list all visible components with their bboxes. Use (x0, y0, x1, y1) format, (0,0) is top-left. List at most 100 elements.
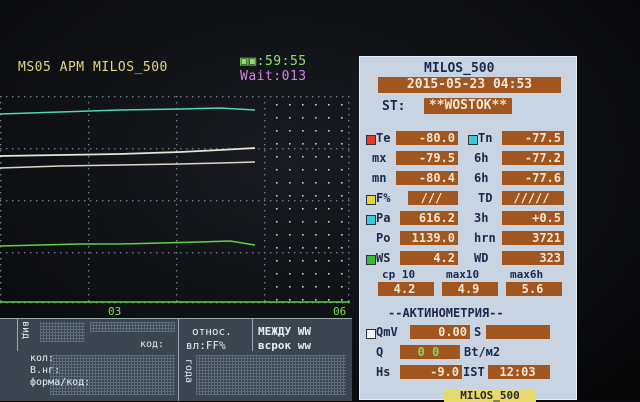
grid-dot (264, 156, 266, 158)
grid-dot (186, 96, 188, 98)
grid-dot (276, 299, 278, 301)
grid-dot (348, 144, 350, 146)
grid-dot (210, 96, 212, 98)
grid-dot (348, 102, 350, 104)
grid-dot (176, 102, 178, 104)
te-color-icon (366, 135, 376, 145)
grid-dot (132, 252, 134, 254)
te-value: -80.0 (396, 131, 458, 145)
grid-dot (88, 150, 90, 152)
grid-dot (315, 195, 317, 197)
grid-dot (88, 222, 90, 224)
footer-station-button[interactable]: MILOS_500 (444, 390, 536, 402)
grid-dot (84, 148, 86, 150)
grid-dot (176, 192, 178, 194)
grid-dot (264, 108, 266, 110)
h3-label: 3h (474, 211, 489, 225)
td-value: ///// (502, 191, 564, 205)
grid-dot (276, 221, 278, 223)
grid-dot (88, 258, 90, 260)
grid-dot (176, 132, 178, 134)
grid-dot (328, 143, 330, 145)
grid-dot (88, 252, 90, 254)
grid-dot (289, 143, 291, 145)
grid-dot (176, 180, 178, 182)
grid-dot (0, 200, 2, 202)
grid-dot (315, 247, 317, 249)
h6a-value: -77.2 (502, 151, 564, 165)
grid-dot (88, 108, 90, 110)
grid-dot (132, 200, 134, 202)
grid-dot (289, 273, 291, 275)
grid-dot (156, 148, 158, 150)
max10-label: max10 (446, 268, 480, 281)
panel-title: MILOS_500 (424, 61, 495, 76)
grid-dot (88, 96, 90, 98)
grid-dot (348, 294, 350, 296)
ist-label: IST (463, 365, 485, 379)
grid-dot (348, 240, 350, 242)
grid-dot (36, 96, 38, 98)
grid-dot (276, 286, 278, 288)
f-color-icon (366, 195, 376, 205)
grid-dot (341, 299, 343, 301)
grid-dot (315, 208, 317, 210)
series-cyan-line (0, 107, 256, 115)
grid-dot (276, 96, 278, 98)
grid-dot (114, 200, 116, 202)
grid-dot (302, 130, 304, 132)
grid-dot (88, 186, 90, 188)
grid-dot (348, 114, 350, 116)
grid-dot (0, 102, 2, 104)
grid-dot (176, 282, 178, 284)
grid-dot (246, 252, 248, 254)
grid-dot (96, 200, 98, 202)
grid-dot (312, 148, 314, 150)
grid-dot (348, 276, 350, 278)
grid-dot (348, 180, 350, 182)
grid-dot (60, 96, 62, 98)
grid-dot (88, 144, 90, 146)
grid-dot (300, 148, 302, 150)
grid-dot (234, 96, 236, 98)
grid-dot (264, 276, 266, 278)
grid-dot (328, 273, 330, 275)
grid-dot (144, 96, 146, 98)
grid-dot (228, 252, 230, 254)
grid-dot (264, 186, 266, 188)
grid-dot (302, 299, 304, 301)
q-label: Q (376, 345, 384, 359)
grid-dot (78, 200, 80, 202)
header-mezhdu: МЕЖДУ WW (258, 325, 311, 338)
grid-dot (289, 260, 291, 262)
grid-dot (84, 252, 86, 254)
grid-dot (222, 252, 224, 254)
grid-dot (6, 96, 8, 98)
grid-dot (315, 182, 317, 184)
grid-dot (54, 252, 56, 254)
grid-dot (0, 216, 2, 218)
grid-dot (176, 276, 178, 278)
grid-dot (0, 222, 2, 224)
grid-dot (302, 195, 304, 197)
header-otnos: относ. (192, 325, 232, 338)
grid-dot (289, 104, 291, 106)
grid-dot (90, 148, 92, 150)
grid-dot (30, 200, 32, 202)
grid-dot (216, 200, 218, 202)
grid-dot (328, 286, 330, 288)
grid-dot (88, 228, 90, 230)
grid-dot (348, 300, 350, 302)
grid-dot (120, 252, 122, 254)
grid-dot (264, 168, 266, 170)
grid-dot (176, 240, 178, 242)
grid-dot (341, 169, 343, 171)
grid-dot (102, 252, 104, 254)
grid-dot (336, 200, 338, 202)
grid-dot (0, 138, 2, 140)
table-divider (178, 319, 179, 401)
grid-dot (328, 299, 330, 301)
grid-dot (264, 240, 266, 242)
grid-dot (246, 96, 248, 98)
grid-dot (315, 299, 317, 301)
